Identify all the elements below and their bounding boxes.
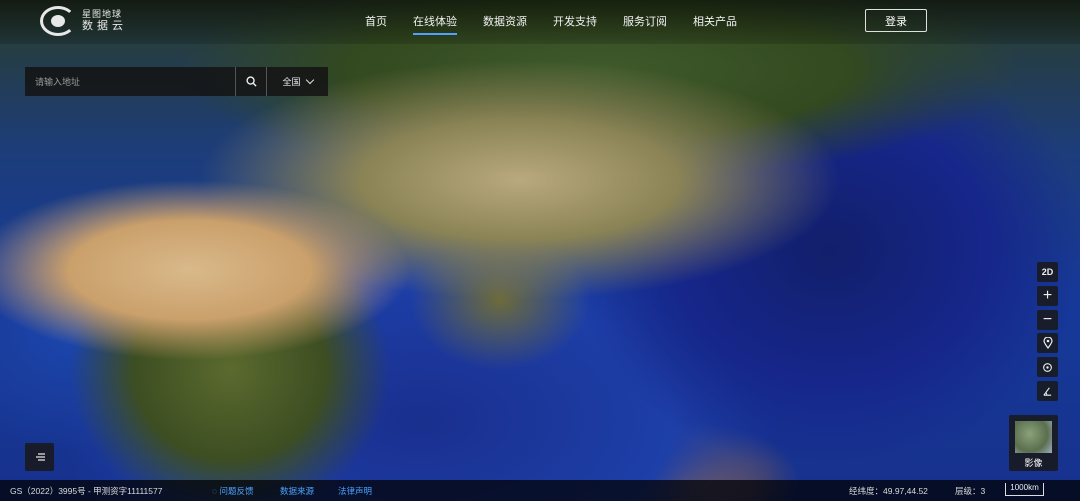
imagery-thumbnail [1015, 421, 1052, 453]
search-input[interactable] [25, 67, 235, 96]
logo-title: 星图地球 [82, 9, 123, 19]
bottom-status-bar: GS（2022）3995号 - 甲测资字11111577 ◌ 问题反馈 数据来源… [0, 480, 1080, 501]
nav-item-data-resources[interactable]: 数据资源 [470, 0, 540, 44]
measure-angle-icon [1043, 387, 1052, 396]
map-license-text: GS（2022）3995号 - 甲测资字11111577 [10, 485, 163, 496]
feedback-icon: ◌ [212, 485, 218, 496]
nav-item-online-experience[interactable]: 在线体验 [400, 0, 470, 44]
feedback-link[interactable]: ◌ 问题反馈 [212, 485, 253, 497]
nav-item-service-subscription[interactable]: 服务订阅 [610, 0, 680, 44]
logo-icon [40, 6, 76, 36]
nav-item-related-products[interactable]: 相关产品 [680, 0, 750, 44]
nav-item-developer-support[interactable]: 开发支持 [540, 0, 610, 44]
view-mode-toggle[interactable]: 2D [1037, 262, 1058, 282]
logo[interactable]: 星图地球 数据云 [40, 6, 127, 36]
region-label: 全国 [282, 77, 301, 87]
layer-label: 影像 [1024, 458, 1043, 468]
crosshair-icon [1043, 362, 1052, 372]
search-icon [245, 76, 257, 87]
logo-subtitle: 数据云 [82, 19, 127, 32]
location-button[interactable] [1037, 333, 1058, 353]
list-icon [35, 453, 45, 461]
search-bar: 全国 [25, 67, 328, 96]
legal-notice-link[interactable]: 法律声明 [338, 485, 372, 497]
view-mode-label: 2D [1041, 267, 1054, 277]
layer-switcher[interactable]: 影像 [1009, 415, 1058, 471]
data-source-link[interactable]: 数据来源 [280, 485, 314, 497]
locate-me-button[interactable] [1037, 357, 1058, 377]
map-pin-icon [1042, 337, 1053, 349]
login-button[interactable]: 登录 [865, 9, 927, 32]
scale-bar: 1000km [1005, 483, 1044, 496]
region-select[interactable]: 全国 [267, 67, 328, 96]
plus-icon: + [1042, 287, 1053, 304]
search-button[interactable] [235, 67, 267, 96]
nav-item-home[interactable]: 首页 [352, 0, 400, 44]
measure-button[interactable] [1037, 381, 1058, 401]
minus-icon: − [1042, 311, 1053, 328]
chevron-down-icon [305, 75, 314, 85]
zoom-out-button[interactable]: − [1037, 310, 1058, 330]
zoom-in-button[interactable]: + [1037, 286, 1058, 306]
legend-toggle-button[interactable] [25, 443, 54, 471]
top-navigation-bar: 星图地球 数据云 首页 在线体验 数据资源 开发支持 服务订阅 相关产品 登录 [0, 0, 1080, 44]
coordinates-readout: 经纬度：49.97,44.52 [849, 485, 928, 496]
main-nav: 首页 在线体验 数据资源 开发支持 服务订阅 相关产品 [352, 0, 750, 44]
zoom-level-readout: 层级：3 [955, 485, 986, 496]
